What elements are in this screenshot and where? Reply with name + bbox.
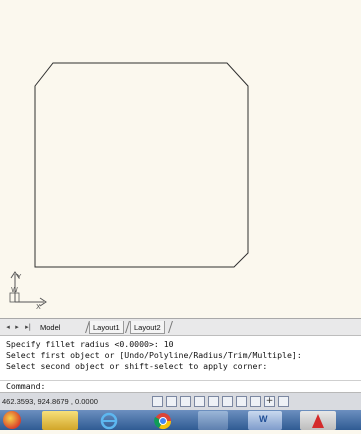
command-line-input[interactable]: Command:: [0, 380, 361, 392]
command-history-line: Specify fillet radius <0.0000>: 10: [6, 339, 174, 349]
tab-first-icon[interactable]: ◂: [4, 322, 12, 332]
status-bar: 462.3593, 924.8679 , 0.0000 +: [0, 392, 361, 410]
command-history-line: Select second object or shift-select to …: [6, 361, 268, 371]
file-explorer-icon[interactable]: [42, 411, 78, 430]
qp-icon[interactable]: [278, 396, 289, 407]
tab-model[interactable]: Model: [37, 321, 63, 334]
chrome-icon[interactable]: [148, 411, 178, 430]
autocad-icon[interactable]: [300, 411, 336, 430]
ucs-x-label: X: [36, 303, 41, 311]
polar-icon[interactable]: [194, 396, 205, 407]
start-orb-icon[interactable]: [3, 411, 21, 429]
cursor-coordinates: 462.3593, 924.8679 , 0.0000: [2, 397, 98, 406]
tab-layout2[interactable]: Layout2: [130, 321, 165, 334]
ucs-w-label: W: [11, 286, 18, 294]
otrack-icon[interactable]: [222, 396, 233, 407]
ucs-y-label: Y: [17, 273, 22, 281]
word-label: W: [259, 414, 268, 424]
tab-separator: [168, 321, 173, 333]
app-window-icon[interactable]: [198, 411, 228, 430]
internet-explorer-icon[interactable]: [94, 411, 124, 430]
model-space-canvas[interactable]: Y W X: [0, 0, 361, 318]
command-prompt-label: Command:: [6, 381, 46, 391]
tab-next-icon[interactable]: ▸: [13, 322, 21, 332]
ucs-icon: Y W X: [6, 266, 54, 316]
filleted-rectangle[interactable]: [0, 0, 361, 318]
command-history[interactable]: Specify fillet radius <0.0000>: 10 Selec…: [0, 335, 361, 380]
snap-icon[interactable]: [152, 396, 163, 407]
word-icon[interactable]: W: [248, 411, 282, 430]
tab-layout1[interactable]: Layout1: [89, 321, 124, 334]
osnap-icon[interactable]: [208, 396, 219, 407]
ducs-icon[interactable]: [236, 396, 247, 407]
windows-taskbar: W: [0, 410, 361, 430]
grid-icon[interactable]: [166, 396, 177, 407]
layout-tab-bar: ◂ ▸ ▸| Model Layout1 Layout2: [0, 318, 361, 335]
ortho-icon[interactable]: [180, 396, 191, 407]
lineweight-icon[interactable]: +: [264, 396, 275, 407]
dyn-icon[interactable]: [250, 396, 261, 407]
command-history-line: Select first object or [Undo/Polyline/Ra…: [6, 350, 302, 360]
tab-last-icon[interactable]: ▸|: [22, 322, 34, 332]
